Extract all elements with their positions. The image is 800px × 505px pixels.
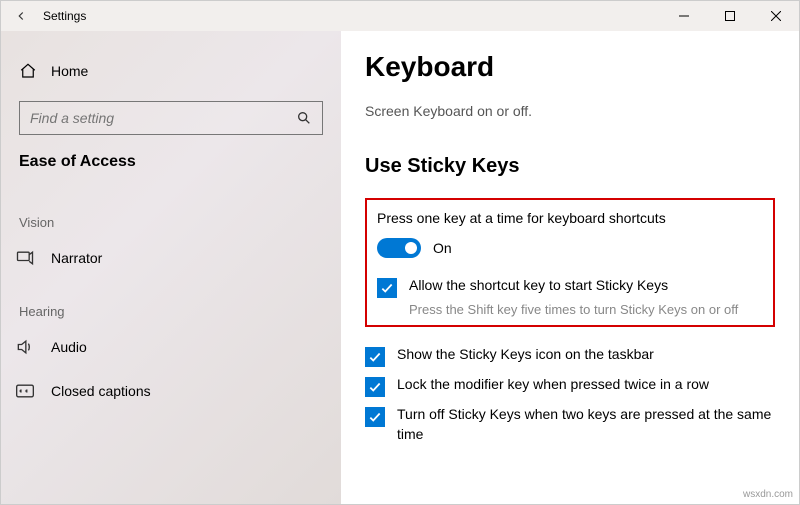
window-body: Home Ease of Access Vision Narrator Hear…	[1, 31, 799, 504]
captions-icon	[15, 381, 35, 401]
nav-item-narrator[interactable]: Narrator	[15, 236, 323, 280]
turn-off-two-checkbox[interactable]	[365, 407, 385, 427]
sticky-toggle-label: On	[433, 240, 452, 256]
category-heading: Ease of Access	[19, 153, 323, 171]
titlebar: Settings	[1, 1, 799, 31]
settings-window: Settings Home	[0, 0, 800, 505]
lock-modifier-label: Lock the modifier key when pressed twice…	[397, 375, 709, 395]
sticky-toggle-row: On	[377, 238, 763, 258]
allow-shortcut-checkbox[interactable]	[377, 278, 397, 298]
captions-label: Closed captions	[51, 383, 151, 399]
search-input[interactable]	[30, 110, 296, 126]
sticky-title: Press one key at a time for keyboard sho…	[377, 210, 763, 226]
group-hearing: Hearing	[19, 304, 323, 319]
window-title: Settings	[43, 9, 86, 23]
home-icon	[19, 62, 37, 80]
home-nav[interactable]: Home	[19, 51, 323, 91]
search-icon	[296, 110, 312, 126]
window-controls	[661, 1, 799, 31]
watermark: wsxdn.com	[743, 489, 793, 500]
home-label: Home	[51, 63, 88, 79]
minimize-button[interactable]	[661, 1, 707, 31]
allow-shortcut-hint: Press the Shift key five times to turn S…	[409, 302, 763, 317]
allow-shortcut-label: Allow the shortcut key to start Sticky K…	[409, 276, 668, 296]
toggle-knob	[405, 242, 417, 254]
narrator-label: Narrator	[51, 250, 102, 266]
sidebar: Home Ease of Access Vision Narrator Hear…	[1, 31, 341, 504]
content-pane: Keyboard Screen Keyboard on or off. Use …	[341, 31, 799, 504]
turn-off-two-label: Turn off Sticky Keys when two keys are p…	[397, 405, 775, 444]
section-heading: Use Sticky Keys	[365, 155, 775, 178]
back-button[interactable]	[13, 8, 29, 24]
audio-label: Audio	[51, 339, 87, 355]
narrator-icon	[15, 248, 35, 268]
show-icon-label: Show the Sticky Keys icon on the taskbar	[397, 345, 654, 365]
lock-modifier-checkbox[interactable]	[365, 377, 385, 397]
page-title: Keyboard	[365, 51, 775, 83]
search-box[interactable]	[19, 101, 323, 135]
screen-keyboard-text: Screen Keyboard on or off.	[365, 103, 775, 119]
sticky-toggle[interactable]	[377, 238, 421, 258]
maximize-button[interactable]	[707, 1, 753, 31]
turn-off-two-row: Turn off Sticky Keys when two keys are p…	[365, 405, 775, 444]
close-button[interactable]	[753, 1, 799, 31]
highlighted-options: Press one key at a time for keyboard sho…	[365, 198, 775, 327]
nav-item-captions[interactable]: Closed captions	[15, 369, 323, 413]
show-icon-row: Show the Sticky Keys icon on the taskbar	[365, 345, 775, 367]
allow-shortcut-row: Allow the shortcut key to start Sticky K…	[377, 276, 763, 298]
lock-modifier-row: Lock the modifier key when pressed twice…	[365, 375, 775, 397]
nav-item-audio[interactable]: Audio	[15, 325, 323, 369]
audio-icon	[15, 337, 35, 357]
show-icon-checkbox[interactable]	[365, 347, 385, 367]
group-vision: Vision	[19, 215, 323, 230]
